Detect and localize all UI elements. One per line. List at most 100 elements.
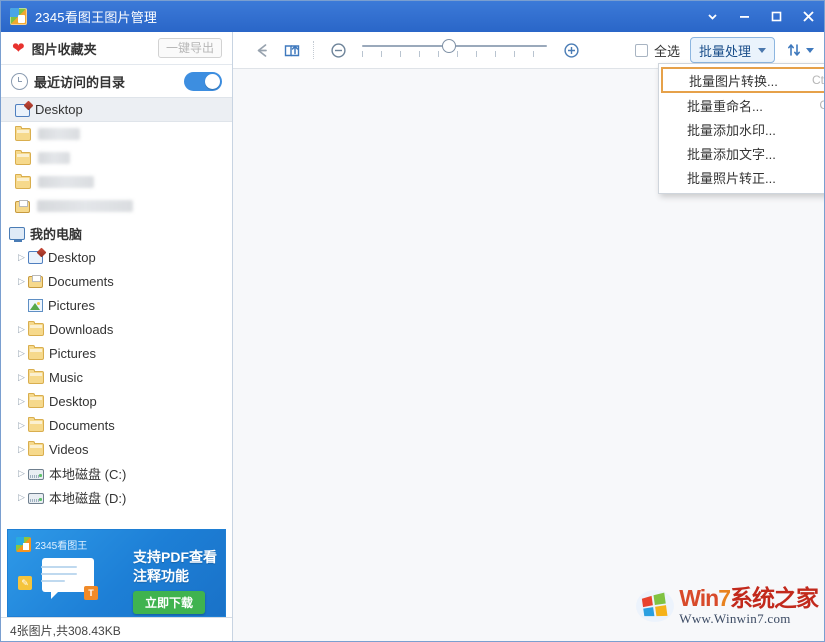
expand-arrow-icon[interactable]: ▷ bbox=[15, 325, 28, 334]
clock-icon bbox=[11, 73, 28, 90]
recent-directories-row[interactable]: 最近访问的目录 bbox=[1, 65, 232, 97]
menu-item-label: 批量图片转换... bbox=[689, 71, 778, 90]
promo-logo: 2345看图王 bbox=[16, 537, 87, 552]
menu-item-batch-rename[interactable]: 批量重命名... C bbox=[659, 93, 825, 117]
app-logo-icon bbox=[10, 8, 27, 25]
folder-icon bbox=[15, 128, 31, 141]
promo-illustration: ✎ T bbox=[34, 556, 94, 600]
folder-icon bbox=[28, 419, 44, 432]
expand-arrow-icon[interactable]: ▷ bbox=[15, 277, 28, 286]
watermark: Win7系统之家 Www.Winwin7.com bbox=[635, 587, 818, 625]
promo-text: 支持PDF查看 注释功能 立即下载 bbox=[133, 548, 217, 614]
menu-item-label: 批量重命名... bbox=[687, 96, 763, 115]
tree-item-my-computer[interactable]: 我的电脑 bbox=[1, 221, 232, 245]
slider-handle[interactable] bbox=[442, 39, 456, 53]
tree-item-videos[interactable]: ▷ Videos bbox=[1, 437, 232, 461]
tree-item-recent-1[interactable] bbox=[1, 122, 232, 146]
recent-directories-toggle[interactable] bbox=[184, 72, 222, 91]
tree-item-label: Pictures bbox=[49, 346, 96, 361]
tree-item-documents-2[interactable]: ▷ Documents bbox=[1, 413, 232, 437]
chevron-down-icon[interactable] bbox=[696, 1, 728, 32]
minimize-icon[interactable] bbox=[728, 1, 760, 32]
tree-item-recent-4[interactable] bbox=[1, 194, 232, 218]
status-text: 4张图片,共308.43KB bbox=[10, 622, 121, 639]
expand-arrow-icon[interactable]: ▷ bbox=[15, 349, 28, 358]
documents-icon bbox=[28, 276, 43, 288]
watermark-line-1: Win7系统之家 bbox=[679, 587, 818, 610]
tree-item-drive-c[interactable]: ▷ 本地磁盘 (C:) bbox=[1, 461, 232, 485]
window-title: 2345看图王图片管理 bbox=[35, 7, 157, 26]
tree-item-label: Documents bbox=[48, 274, 114, 289]
zoom-slider-group bbox=[323, 35, 586, 65]
expand-arrow-icon[interactable]: ▷ bbox=[15, 373, 28, 382]
menu-item-shortcut: Ct bbox=[812, 73, 824, 87]
zoom-out-icon[interactable] bbox=[323, 35, 353, 65]
recent-directories-label: 最近访问的目录 bbox=[34, 72, 125, 91]
zoom-slider[interactable] bbox=[362, 39, 547, 61]
back-arrow-icon[interactable] bbox=[247, 35, 277, 65]
one-click-export-button[interactable]: 一键导出 bbox=[158, 38, 222, 58]
text-badge-icon: T bbox=[84, 586, 98, 600]
select-all-checkbox[interactable] bbox=[635, 44, 648, 57]
tree-item-label: Desktop bbox=[49, 394, 97, 409]
maximize-icon[interactable] bbox=[760, 1, 792, 32]
application-window: 2345看图王图片管理 ❤ 图片收藏夹 一键导出 bbox=[0, 0, 825, 642]
sort-arrows-icon bbox=[787, 43, 801, 57]
export-upload-icon[interactable] bbox=[277, 35, 307, 65]
expand-arrow-icon: ▷ bbox=[15, 301, 28, 310]
expand-arrow-icon[interactable]: ▷ bbox=[15, 445, 28, 454]
promo-headline-2: 注释功能 bbox=[133, 567, 217, 586]
folder-icon bbox=[28, 443, 44, 456]
close-icon[interactable] bbox=[792, 1, 824, 32]
expand-arrow-icon[interactable]: ▷ bbox=[15, 421, 28, 430]
batch-process-button[interactable]: 批量处理 bbox=[690, 37, 775, 63]
promo-banner[interactable]: 2345看图王 ✎ T 支持PDF查看 注释功能 立即下载 bbox=[7, 529, 226, 617]
computer-icon bbox=[9, 227, 25, 240]
favorites-row[interactable]: ❤ 图片收藏夹 一键导出 bbox=[1, 32, 232, 65]
expand-arrow-icon[interactable]: ▷ bbox=[15, 253, 28, 262]
download-now-button[interactable]: 立即下载 bbox=[133, 591, 205, 614]
redacted-label bbox=[37, 200, 133, 212]
folder-icon bbox=[28, 371, 44, 384]
tree-item-recent-2[interactable] bbox=[1, 146, 232, 170]
tree-item-desktop-recent[interactable]: Desktop bbox=[1, 97, 232, 122]
tree-item-label: 我的电脑 bbox=[30, 224, 82, 243]
expand-arrow-icon[interactable]: ▷ bbox=[15, 397, 28, 406]
tree-item-pictures[interactable]: ▷ Pictures bbox=[1, 341, 232, 365]
zoom-in-icon[interactable] bbox=[556, 35, 586, 65]
menu-item-batch-watermark[interactable]: 批量添加水印... bbox=[659, 117, 825, 141]
tree-item-label: Documents bbox=[49, 418, 115, 433]
chevron-down-icon bbox=[806, 48, 814, 53]
expand-arrow-icon[interactable]: ▷ bbox=[15, 493, 28, 502]
documents-icon bbox=[15, 201, 30, 213]
menu-item-label: 批量添加水印... bbox=[687, 120, 776, 139]
desktop-icon bbox=[28, 251, 43, 264]
status-bar: 4张图片,共308.43KB bbox=[1, 617, 232, 642]
tree-item-label: Pictures bbox=[48, 298, 95, 313]
tree-item-recent-3[interactable] bbox=[1, 170, 232, 194]
menu-item-batch-add-text[interactable]: 批量添加文字... bbox=[659, 141, 825, 165]
pictures-icon bbox=[28, 299, 43, 312]
tree-item-pictures-lib[interactable]: ▷ Pictures bbox=[1, 293, 232, 317]
tree-item-drive-d[interactable]: ▷ 本地磁盘 (D:) bbox=[1, 485, 232, 509]
window-controls bbox=[696, 1, 824, 32]
tree-item-desktop-2[interactable]: ▷ Desktop bbox=[1, 389, 232, 413]
expand-arrow-icon[interactable]: ▷ bbox=[15, 469, 28, 478]
tree-item-label: Music bbox=[49, 370, 83, 385]
menu-item-batch-rotate[interactable]: 批量照片转正... bbox=[659, 165, 825, 189]
promo-logo-label: 2345看图王 bbox=[35, 537, 87, 552]
watermark-line-2: Www.Winwin7.com bbox=[679, 612, 818, 625]
tree-item-downloads[interactable]: ▷ Downloads bbox=[1, 317, 232, 341]
tree-item-documents[interactable]: ▷ Documents bbox=[1, 269, 232, 293]
folder-icon bbox=[28, 347, 44, 360]
watermark-text: Win7系统之家 Www.Winwin7.com bbox=[679, 587, 818, 625]
folder-icon bbox=[28, 323, 44, 336]
menu-item-batch-convert[interactable]: 批量图片转换... Ct bbox=[661, 67, 825, 93]
redacted-label bbox=[38, 176, 94, 188]
folder-icon bbox=[28, 395, 44, 408]
tree-item-music[interactable]: ▷ Music bbox=[1, 365, 232, 389]
sort-button[interactable] bbox=[787, 43, 814, 57]
tree-item-desktop[interactable]: ▷ Desktop bbox=[1, 245, 232, 269]
batch-process-menu: 批量图片转换... Ct 批量重命名... C 批量添加水印... 批量添加文字… bbox=[658, 63, 825, 194]
redacted-label bbox=[38, 152, 70, 164]
